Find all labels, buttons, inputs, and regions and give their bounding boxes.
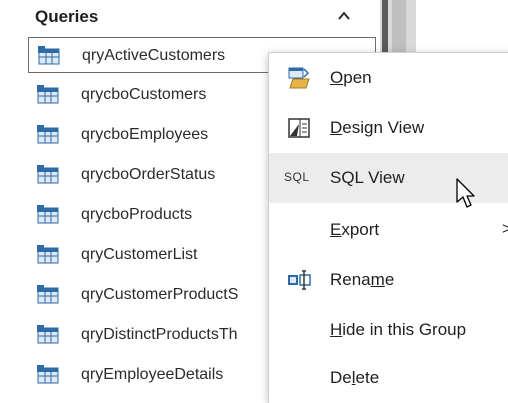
query-item-label: qryCustomerProductS: [81, 286, 239, 303]
group-title: Queries: [35, 7, 99, 26]
query-icon: [37, 125, 59, 144]
query-item-label: qryEmployeeDetails: [81, 366, 224, 383]
menu-item-design-view[interactable]: Design View: [269, 103, 508, 153]
menu-item-label: Open: [330, 68, 372, 87]
menu-item-label: Delete: [330, 368, 380, 387]
mouse-pointer-icon: [456, 178, 475, 208]
query-item-label: qrycboOrderStatus: [81, 166, 216, 183]
menu-item-label: SQL View: [330, 168, 405, 187]
menu-item-open[interactable]: Open: [269, 53, 508, 103]
query-icon: [37, 245, 59, 264]
chevron-right-icon: >: [502, 219, 508, 238]
menu-item-delete[interactable]: Delete: [269, 353, 508, 403]
query-icon: [38, 46, 60, 65]
query-item-label: qrycboProducts: [81, 206, 193, 223]
query-item-label: qrycboEmployees: [81, 126, 209, 143]
menu-item-label: Design View: [330, 118, 425, 137]
query-icon: [37, 165, 59, 184]
sql-icon: SQL: [284, 170, 310, 184]
query-item-label: qryActiveCustomers: [82, 47, 226, 64]
chevron-up-icon[interactable]: [333, 5, 355, 27]
rename-icon: [288, 270, 311, 290]
query-icon: [37, 365, 59, 384]
queries-group-header[interactable]: Queries: [0, 0, 378, 34]
menu-item-label: Hide in this Group: [330, 320, 467, 339]
design-view-icon: [288, 118, 310, 138]
context-menu: Open Design View SQL SQL View Export > R…: [268, 52, 508, 403]
query-icon: [37, 285, 59, 304]
query-item-label: qryCustomerList: [81, 246, 198, 263]
query-item-label: qryDistinctProductsTh: [81, 326, 238, 343]
menu-item-label: Export: [330, 220, 380, 239]
query-item-label: qrycboCustomers: [81, 86, 207, 103]
open-icon: [288, 67, 310, 89]
query-icon: [37, 85, 59, 104]
menu-item-export[interactable]: Export >: [269, 205, 508, 255]
query-icon: [37, 325, 59, 344]
query-icon: [37, 205, 59, 224]
menu-item-label: Rename: [330, 270, 395, 289]
menu-item-rename[interactable]: Rename: [269, 255, 508, 305]
menu-item-hide-in-group[interactable]: Hide in this Group: [269, 305, 508, 355]
